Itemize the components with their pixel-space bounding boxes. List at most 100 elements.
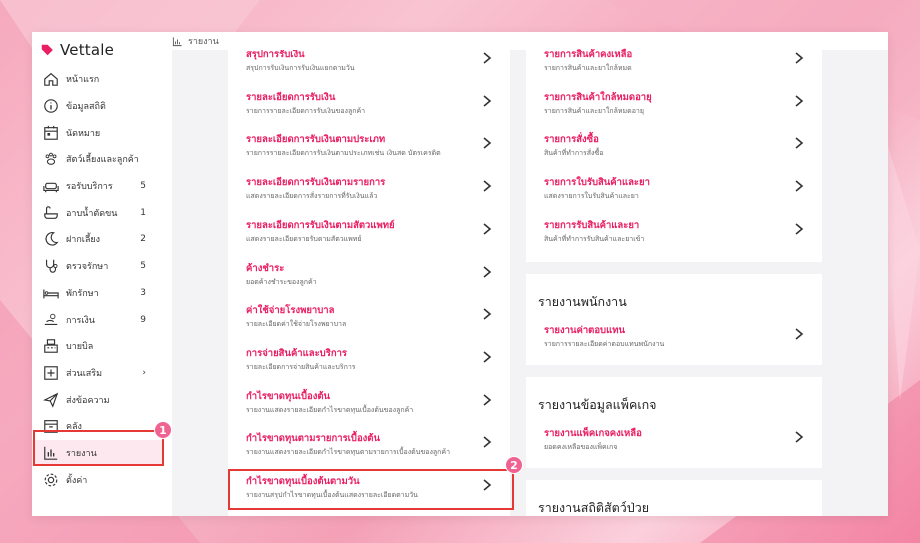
report-item[interactable]: รายละเอียดการรับเงินตามสัตวแพทย์ แสดงรายล… [228, 209, 510, 252]
report-item[interactable]: ค่าใช้จ่ายโรงพยาบาล รายละเอียดค่าใช้จ่ายโ… [228, 294, 510, 337]
report-item[interactable]: รายงานแพ็คเกจคงเหลือ ยอดคงเหลือของแพ็คเกจ [526, 417, 822, 460]
report-item[interactable]: รายการใบรับสินค้าและยา แสดงรายการใบรับสิน… [526, 166, 822, 209]
sidebar-item-10[interactable]: บายบิล [32, 333, 162, 360]
logo-tag-icon [41, 44, 53, 56]
sidebar-item-11[interactable]: ส่วนเสริม › [32, 360, 162, 387]
report-description: สินค้าที่ทำการสั่งซื้อ [544, 149, 604, 158]
sidebar-item-count: 1 [140, 207, 146, 218]
chevron-right-icon [483, 393, 492, 406]
report-item[interactable]: รายการสั่งซื้อสินค้าที่ทำการสั่งซื้อ [526, 123, 822, 166]
sidebar-item-6[interactable]: ฝากเลี้ยง 2 [32, 226, 162, 253]
sidebar-item-count: 5 [140, 181, 146, 192]
sidebar-item-1[interactable]: ข้อมูลสถิติ [32, 93, 162, 120]
sidebar-item-count: 5 [140, 261, 146, 272]
highlight-report-nav [33, 430, 164, 466]
report-description: สรุปการรับเงินการรับเงินแยกตามวัน [246, 64, 355, 72]
report-title: ค้างชำระ [246, 262, 285, 274]
chevron-right-icon [483, 436, 492, 448]
staff-report-card: รายงานพนักงาน รายงานค่าตอบแทน รายการรายละ… [526, 274, 822, 365]
chevron-right-icon [795, 137, 804, 150]
report-title: รายละเอียดการรับเงินตามรายการ [246, 177, 386, 189]
info-icon [42, 98, 59, 115]
sidebar-item-label: พักรักษา [66, 288, 99, 299]
sidebar-item-4[interactable]: รอรับบริการ 5 [32, 173, 162, 200]
sidebar-item-label: หน้าแรก [66, 75, 100, 86]
sick-report-card: รายงานสถิติสัตว์ป่วย [526, 480, 822, 516]
report-title: กำไรขาดทุนตามรายการเบื้องต้น [246, 433, 380, 445]
chevron-right-icon [483, 265, 492, 278]
right-report-column: รายการสินค้าคงเหลือรายการสินค้าและยาใกล้… [526, 49, 822, 516]
sidebar-item-0[interactable]: หน้าแรก [32, 66, 162, 93]
report-description: รายการรายละเอียดการรับเงินของลูกค้า [246, 106, 366, 115]
report-description: รายงานแสดงรายละเอียดกำไรขาดทุนตามรายการเ… [246, 448, 451, 457]
sidebar-item-12[interactable]: ส่งข้อความ [32, 386, 162, 413]
report-title: รายงานค่าตอบแทน [544, 325, 625, 336]
paw-icon [42, 151, 59, 168]
report-description: แสดงรายการใบรับสินค้าและยา [544, 192, 639, 201]
sidebar-item-label: ฝากเลี้ยง [66, 235, 101, 246]
finance-report-list: สรุปการรับเงิน สรุปการรับเงินการรับเงินแย… [228, 50, 510, 516]
plus-square-icon [42, 364, 59, 381]
report-item[interactable]: กำไรขาดทุนเบื้องต้น รายงานแสดงรายละเอียดก… [228, 380, 510, 423]
report-item[interactable]: กำไรขาดทุนตามรายการเบื้องต้นรายงานแสดงรา… [228, 422, 510, 465]
sidebar-item-label: บายบิล [66, 342, 94, 353]
calendar-icon [42, 124, 59, 141]
sidebar-item-label: ตรวจรักษา [66, 262, 109, 273]
sidebar-item-3[interactable]: สัตว์เลี้ยงและลูกค้า [32, 146, 162, 173]
step-badge-2: 2 [505, 456, 523, 474]
sidebar-item-label: รอรับบริการ [66, 182, 113, 193]
sidebar-item-2[interactable]: นัดหมาย [32, 119, 162, 146]
report-content: สรุปการรับเงิน สรุปการรับเงินการรับเงินแย… [172, 49, 888, 516]
gear-icon [42, 471, 59, 488]
app-logo[interactable]: Vettale [40, 40, 114, 60]
chevron-right-icon [483, 180, 492, 192]
sidebar-item-5[interactable]: อาบน้ำตัดขน 1 [32, 199, 162, 226]
report-title: รายการรับสินค้าและยา [544, 219, 640, 231]
step-badge-1: 1 [154, 421, 172, 439]
sidebar-item-label: ข้อมูลสถิติ [66, 102, 106, 113]
chevron-right-icon [483, 223, 492, 235]
report-item[interactable]: การจ่ายสินค้าและบริการ รายละเอียดการจ่ายส… [228, 337, 510, 380]
section-title-package: รายงานข้อมูลแพ็คเกจ [538, 397, 657, 412]
sidebar-item-label: ส่วนเสริม [66, 368, 103, 379]
sidebar-item-label: นัดหมาย [66, 128, 101, 139]
report-description: ยอดค้างชำระของลูกค้า [246, 277, 317, 286]
stock-report-card: รายการสินค้าคงเหลือรายการสินค้าและยาใกล้… [526, 49, 822, 262]
section-title-staff: รายงานพนักงาน [538, 294, 627, 309]
report-description: รายการรายละเอียดการรับเงินตามประเภทเช่น … [246, 149, 441, 158]
report-title: รายการสินค้าใกล้หมดอายุ [544, 91, 652, 103]
sidebar-item-label: ตั้งค่า [66, 475, 88, 486]
report-title: รายการสินค้าคงเหลือ [544, 49, 633, 60]
report-item[interactable]: รายการรับสินค้าและยา สินค้าที่ทำการรับสิน… [526, 209, 822, 252]
report-title: รายการสั่งซื้อ [544, 134, 599, 146]
report-item[interactable]: รายงานค่าตอบแทน รายการรายละเอียดค่าตอบแทน… [526, 314, 822, 357]
highlight-daily-profit-report [228, 469, 514, 510]
chevron-right-icon [795, 180, 804, 192]
report-item[interactable]: สรุปการรับเงิน สรุปการรับเงินการรับเงินแย… [228, 50, 510, 81]
report-title: รายละเอียดการรับเงินตามประเภท [246, 134, 386, 146]
sidebar-item-label: อาบน้ำตัดขน [66, 208, 118, 219]
report-item[interactable]: รายละเอียดการรับเงินตามประเภทรายการรายละ… [228, 123, 510, 166]
chevron-right-icon [483, 52, 492, 64]
chevron-right-icon [795, 52, 804, 64]
report-description: รายการสินค้าและยาใกล้หมด [544, 64, 632, 72]
sidebar-item-7[interactable]: ตรวจรักษา 5 [32, 253, 162, 280]
sidebar-item-label: การเงิน [66, 315, 95, 326]
report-item[interactable]: รายการสินค้าคงเหลือรายการสินค้าและยาใกล้… [526, 38, 822, 81]
report-title: การจ่ายสินค้าและบริการ [246, 347, 348, 359]
chevron-right-icon [483, 351, 492, 363]
money-icon [42, 311, 59, 328]
report-item[interactable]: รายการสินค้าใกล้หมดอายุ รายการสินค้าและยา… [526, 81, 822, 124]
sidebar-item-9[interactable]: การเงิน 9 [32, 306, 162, 333]
sidebar-item-8[interactable]: พักรักษา 3 [32, 280, 162, 307]
report-item[interactable]: รายละเอียดการรับเงิน รายการรายละเอียดการร… [228, 81, 510, 124]
sidebar-item-15[interactable]: ตั้งค่า [32, 466, 162, 493]
home-icon [42, 71, 59, 88]
report-item[interactable]: ค้างชำระยอดค้างชำระของลูกค้า [228, 252, 510, 295]
report-item[interactable]: รายละเอียดการรับเงินตามรายการ แสดงรายละเอ… [228, 166, 510, 209]
report-title: กำไรขาดทุนเบื้องต้น [246, 390, 331, 402]
report-chart-icon [172, 36, 182, 46]
report-description: ยอดคงเหลือของแพ็คเกจ [544, 443, 618, 451]
sidebar-item-count: 9 [140, 314, 146, 325]
sidebar-item-label: สัตว์เลี้ยงและลูกค้า [66, 155, 139, 166]
